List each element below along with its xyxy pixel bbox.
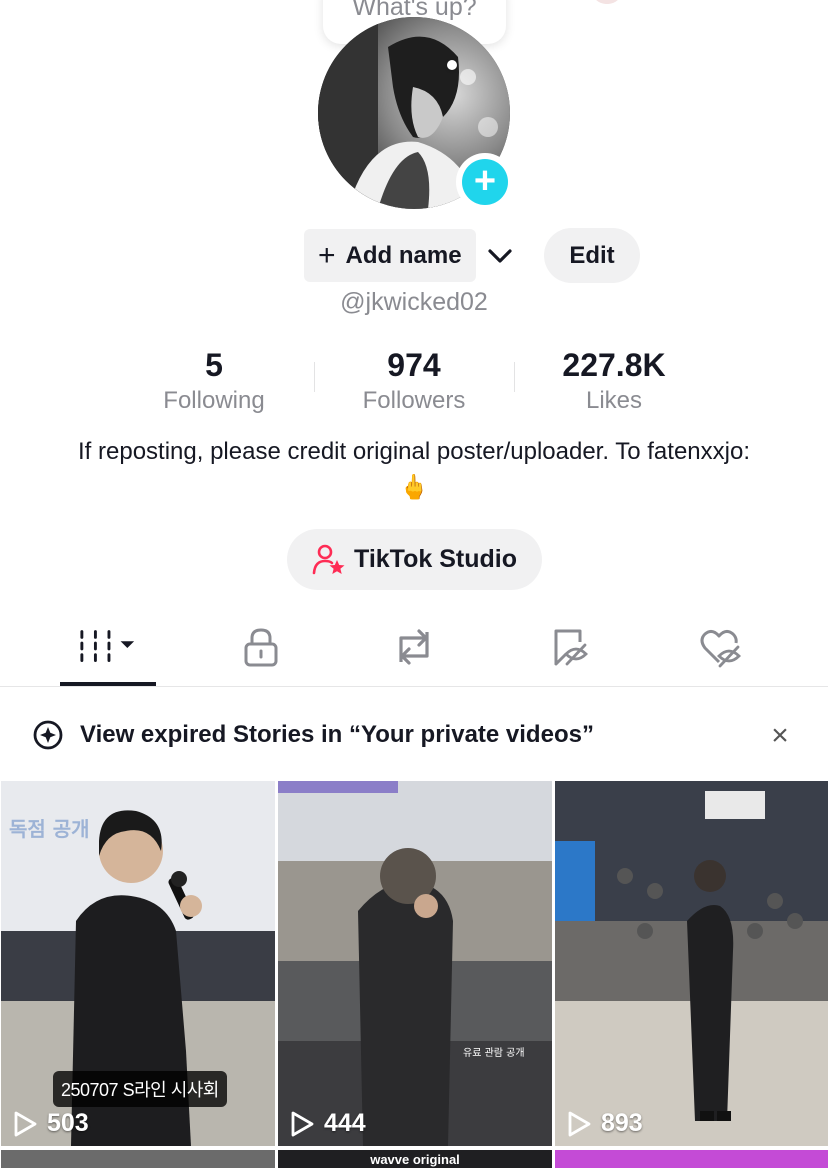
view-count-value: 893 — [601, 1109, 643, 1137]
video-thumbnail[interactable] — [555, 1150, 828, 1168]
add-avatar-button[interactable]: + — [456, 153, 514, 211]
video-thumbnail[interactable]: wavve original — [278, 1150, 552, 1168]
stat-value: 5 — [205, 347, 223, 383]
person-star-icon — [312, 544, 345, 574]
repost-icon — [399, 629, 429, 665]
tiktok-studio-button[interactable]: TikTok Studio — [287, 529, 542, 590]
video-thumbnail[interactable]: 893 — [555, 781, 828, 1146]
svg-text:독점 공개: 독점 공개 — [9, 817, 90, 841]
play-icon — [14, 1111, 37, 1136]
video-thumbnail[interactable] — [1, 1150, 275, 1168]
add-name-button[interactable]: + Add name — [304, 229, 476, 282]
story-add-icon — [33, 720, 63, 750]
chevron-down-icon[interactable] — [484, 240, 516, 272]
view-count: 444 — [288, 1109, 366, 1138]
tab-videos[interactable] — [78, 620, 138, 674]
view-count-value: 503 — [47, 1109, 89, 1137]
liked-icon — [700, 629, 741, 668]
tab-reposts[interactable] — [384, 620, 444, 674]
stat-value: 227.8K — [562, 347, 666, 383]
stat-following[interactable]: 5 Following — [114, 346, 314, 418]
view-count: 893 — [565, 1109, 643, 1138]
stat-followers[interactable]: 974 Followers — [314, 346, 514, 418]
bubble-dot — [447, 60, 457, 70]
plus-icon: + — [462, 159, 508, 205]
bookmark-icon — [554, 629, 588, 666]
view-count: 503 — [11, 1109, 89, 1138]
top-badge — [592, 0, 622, 4]
tab-private[interactable] — [231, 620, 291, 674]
svg-text:유료 관람 공개: 유료 관람 공개 — [463, 1046, 525, 1059]
expired-stories-banner[interactable]: View expired Stories in “Your private vi… — [0, 706, 828, 764]
play-icon — [568, 1111, 591, 1136]
play-icon — [291, 1111, 314, 1136]
tiktok-studio-label: TikTok Studio — [354, 545, 517, 573]
profile-bio: If reposting, please credit original pos… — [78, 438, 750, 501]
video-label: wavve original — [370, 1152, 460, 1167]
plus-icon: + — [318, 238, 336, 272]
edit-profile-button[interactable]: Edit — [544, 228, 640, 283]
view-count-value: 444 — [324, 1109, 366, 1137]
stat-label: Following — [163, 387, 265, 414]
video-caption: 250707 S라인 시사회 — [53, 1071, 227, 1107]
username-handle: @jkwicked02 — [340, 288, 488, 316]
stat-likes[interactable]: 227.8K Likes — [514, 346, 714, 418]
tab-favorites[interactable] — [540, 620, 600, 674]
video-thumbnail[interactable]: 유료 관람 공개 444 — [278, 781, 552, 1146]
tab-divider — [0, 686, 828, 687]
tab-liked[interactable] — [690, 620, 750, 674]
video-thumbnail[interactable]: 독점 공개 250707 S라인 시사회 503 — [1, 781, 275, 1146]
banner-text: View expired Stories in “Your private vi… — [80, 721, 594, 748]
stat-value: 974 — [387, 347, 441, 383]
lock-icon — [244, 628, 278, 667]
stat-label: Followers — [362, 387, 466, 414]
add-name-label: Add name — [345, 241, 462, 269]
stat-label: Likes — [585, 387, 643, 414]
grid-icon — [80, 630, 135, 662]
close-icon[interactable]: × — [760, 718, 800, 754]
